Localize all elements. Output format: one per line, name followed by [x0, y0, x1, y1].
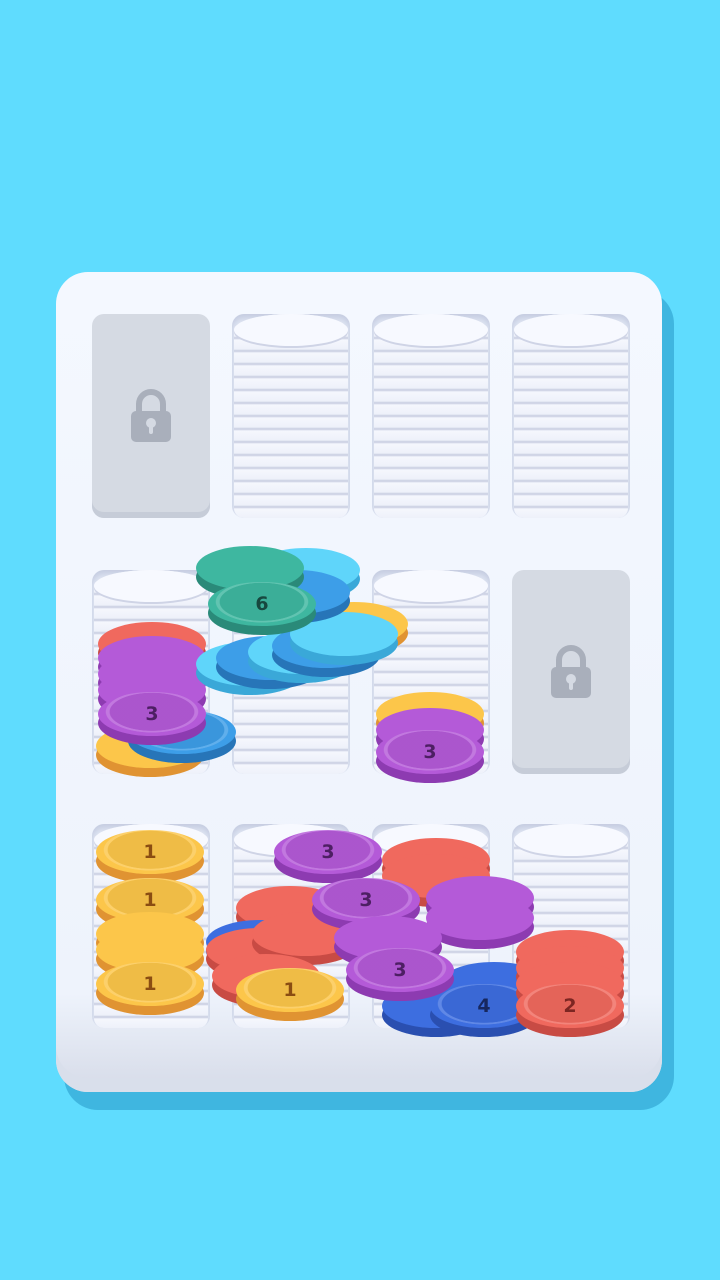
coin-red-2: 2 — [516, 984, 624, 1028]
coin-yellow-1: 1 — [236, 968, 344, 1012]
slot-locked-r2c4[interactable] — [512, 570, 630, 774]
coin-label: 1 — [143, 889, 157, 911]
lock-icon — [131, 389, 171, 442]
coin-purple-3: 3 — [274, 830, 382, 874]
coin-label: 6 — [255, 593, 269, 615]
coin-label: 1 — [143, 973, 157, 995]
coin-label: 4 — [477, 995, 491, 1017]
coin-yellow-1: 1 — [96, 962, 204, 1006]
empty-stack — [514, 314, 628, 518]
slot-locked-r1c1[interactable] — [92, 314, 210, 518]
coin-label: 1 — [283, 979, 297, 1001]
coin-label: 3 — [393, 959, 407, 981]
slot-r1c3[interactable] — [372, 314, 490, 518]
lock-icon — [551, 645, 591, 698]
coin-label: 3 — [145, 703, 159, 725]
coin-purple — [426, 896, 534, 940]
coin-purple-3: 3 — [98, 692, 206, 736]
coin-label: 3 — [423, 741, 437, 763]
empty-stack — [234, 314, 348, 518]
game-board: 5 3 6 3 1 1 1 3 3 4 3 1 2 — [56, 272, 662, 1092]
slot-r1c2[interactable] — [232, 314, 350, 518]
slot-r1c4[interactable] — [512, 314, 630, 518]
coin-purple-3: 3 — [346, 948, 454, 992]
coin-yellow-1: 1 — [96, 830, 204, 874]
empty-stack — [374, 314, 488, 518]
coin-cyan-flying — [290, 612, 398, 656]
coin-purple-3: 3 — [376, 730, 484, 774]
coin-label: 3 — [359, 889, 373, 911]
coin-label: 1 — [143, 841, 157, 863]
coin-label: 3 — [321, 841, 335, 863]
coin-purple-3: 3 — [312, 878, 420, 922]
coin-teal-6: 6 — [208, 582, 316, 626]
coin-label: 2 — [563, 995, 577, 1017]
